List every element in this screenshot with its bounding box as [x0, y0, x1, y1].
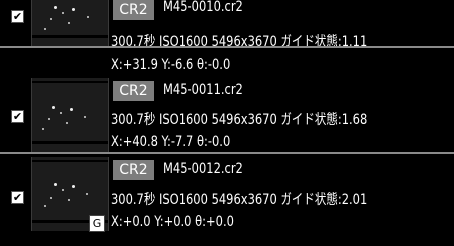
file-name: M45-0011.cr2: [163, 82, 243, 98]
select-checkbox[interactable]: ✔: [11, 191, 24, 204]
thumbnail[interactable]: [31, 78, 109, 152]
list-item[interactable]: ✔ CR2 M45-0010.cr2 300.7秒 ISO1600 5496x3…: [0, 0, 454, 73]
star: [44, 28, 46, 30]
file-name: M45-0012.cr2: [163, 161, 243, 177]
star: [48, 118, 50, 120]
file-name: M45-0010.cr2: [163, 0, 243, 15]
star: [60, 112, 62, 114]
star: [62, 12, 64, 14]
thumbnail-band: [32, 160, 108, 162]
select-checkbox[interactable]: ✔: [11, 10, 24, 23]
star: [72, 185, 75, 188]
star: [72, 8, 75, 11]
star: [86, 193, 88, 195]
star: [44, 205, 46, 207]
star: [54, 6, 57, 9]
list-item[interactable]: ✔ G CR2 M45-0012.cr2 300.7秒 ISO1600 5496…: [0, 157, 454, 233]
row-divider: [0, 152, 454, 154]
star: [50, 197, 52, 199]
file-list[interactable]: ✔ CR2 M45-0010.cr2 300.7秒 ISO1600 5496x3…: [0, 0, 454, 246]
format-badge: CR2: [113, 160, 154, 180]
thumbnail[interactable]: [31, 0, 109, 46]
star: [42, 128, 44, 130]
row-divider: [0, 46, 454, 48]
star: [62, 189, 64, 191]
list-item[interactable]: ✔ CR2 M45-0011.cr2 300.7秒 ISO1600 5496x3…: [0, 78, 454, 154]
format-badge: CR2: [113, 81, 154, 101]
thumbnail-band: [32, 35, 108, 38]
thumbnail-band: [32, 141, 108, 144]
exposure-info: 300.7秒 ISO1600 5496x3670 ガイド状態:2.01: [111, 192, 368, 208]
star: [54, 183, 57, 186]
guide-reference-badge: G: [89, 215, 105, 232]
format-badge: CR2: [113, 0, 154, 20]
star: [87, 16, 89, 18]
star: [84, 116, 86, 118]
star: [68, 22, 70, 24]
star: [68, 199, 70, 201]
star: [52, 106, 55, 109]
offset-coordinates: X:+0.0 Y:+0.0 θ:+0.0: [111, 214, 234, 230]
star: [66, 122, 68, 124]
thumbnail-band: [32, 81, 108, 83]
star: [70, 108, 73, 111]
exposure-info: 300.7秒 ISO1600 5496x3670 ガイド状態:1.68: [111, 112, 368, 128]
offset-coordinates: X:+31.9 Y:-6.6 θ:-0.0: [111, 57, 231, 73]
offset-coordinates: X:+40.8 Y:-7.7 θ:-0.0: [111, 134, 231, 150]
exposure-info: 300.7秒 ISO1600 5496x3670 ガイド状態:1.11: [111, 34, 368, 50]
select-checkbox[interactable]: ✔: [11, 110, 24, 123]
star: [50, 18, 52, 20]
